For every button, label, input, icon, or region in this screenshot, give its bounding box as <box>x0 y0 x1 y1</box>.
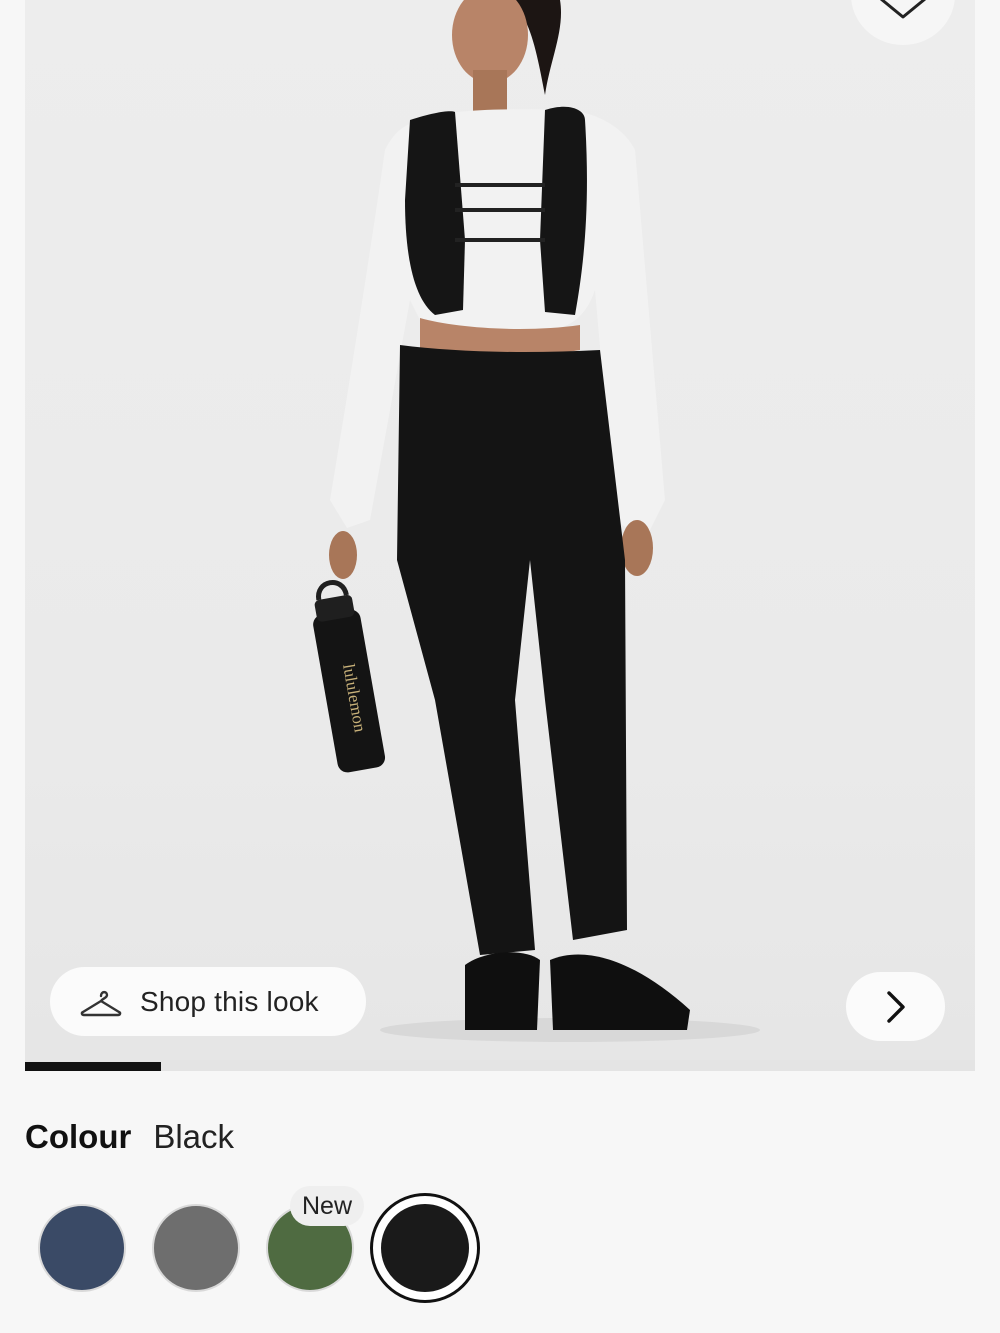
product-photo: lululemon <box>313 0 760 1042</box>
shop-this-look-button[interactable]: Shop this look <box>50 967 366 1036</box>
colour-selection-header: Colour Black <box>25 1118 234 1156</box>
gallery-progress-bar <box>25 1060 975 1071</box>
shop-this-look-label: Shop this look <box>140 985 319 1017</box>
colour-swatch-black[interactable] <box>381 1204 469 1292</box>
next-image-button[interactable] <box>846 972 945 1041</box>
heart-icon <box>880 0 926 19</box>
colour-label: Colour <box>25 1118 132 1155</box>
chevron-right-icon <box>886 990 905 1023</box>
colour-swatch-grey[interactable] <box>152 1204 240 1292</box>
gallery-progress-fill <box>25 1062 161 1071</box>
product-image-gallery[interactable]: lululemon Shop this look <box>25 0 975 1060</box>
hanger-icon <box>80 990 122 1016</box>
colour-swatch-navy[interactable] <box>38 1204 126 1292</box>
colour-value: Black <box>153 1118 235 1155</box>
new-badge: New <box>290 1186 365 1226</box>
